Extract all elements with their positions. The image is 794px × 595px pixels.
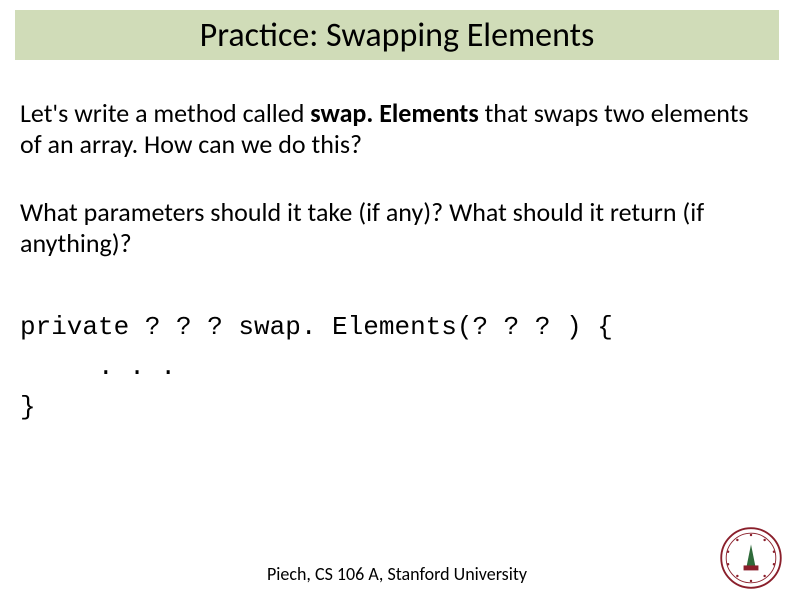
paragraph-1: Let's write a method called swap. Elemen…: [20, 98, 774, 159]
code-line-2: . . .: [20, 352, 176, 382]
stanford-seal-icon: [720, 527, 782, 589]
para1-pre: Let's write a method called: [20, 97, 310, 129]
paragraph-2: What parameters should it take (if any)?…: [20, 197, 774, 258]
slide-body: Let's write a method called swap. Elemen…: [20, 98, 774, 428]
code-block: private ? ? ? swap. Elements(? ? ? ) { .…: [20, 307, 774, 428]
code-line-3: }: [20, 392, 36, 422]
slide-footer: Piech, CS 106 A, Stanford University: [0, 563, 794, 585]
code-line-1: private ? ? ? swap. Elements(? ? ? ) {: [20, 312, 613, 342]
title-bar: Practice: Swapping Elements: [15, 10, 779, 60]
slide-title: Practice: Swapping Elements: [200, 15, 595, 56]
para1-bold: swap. Elements: [310, 97, 484, 129]
